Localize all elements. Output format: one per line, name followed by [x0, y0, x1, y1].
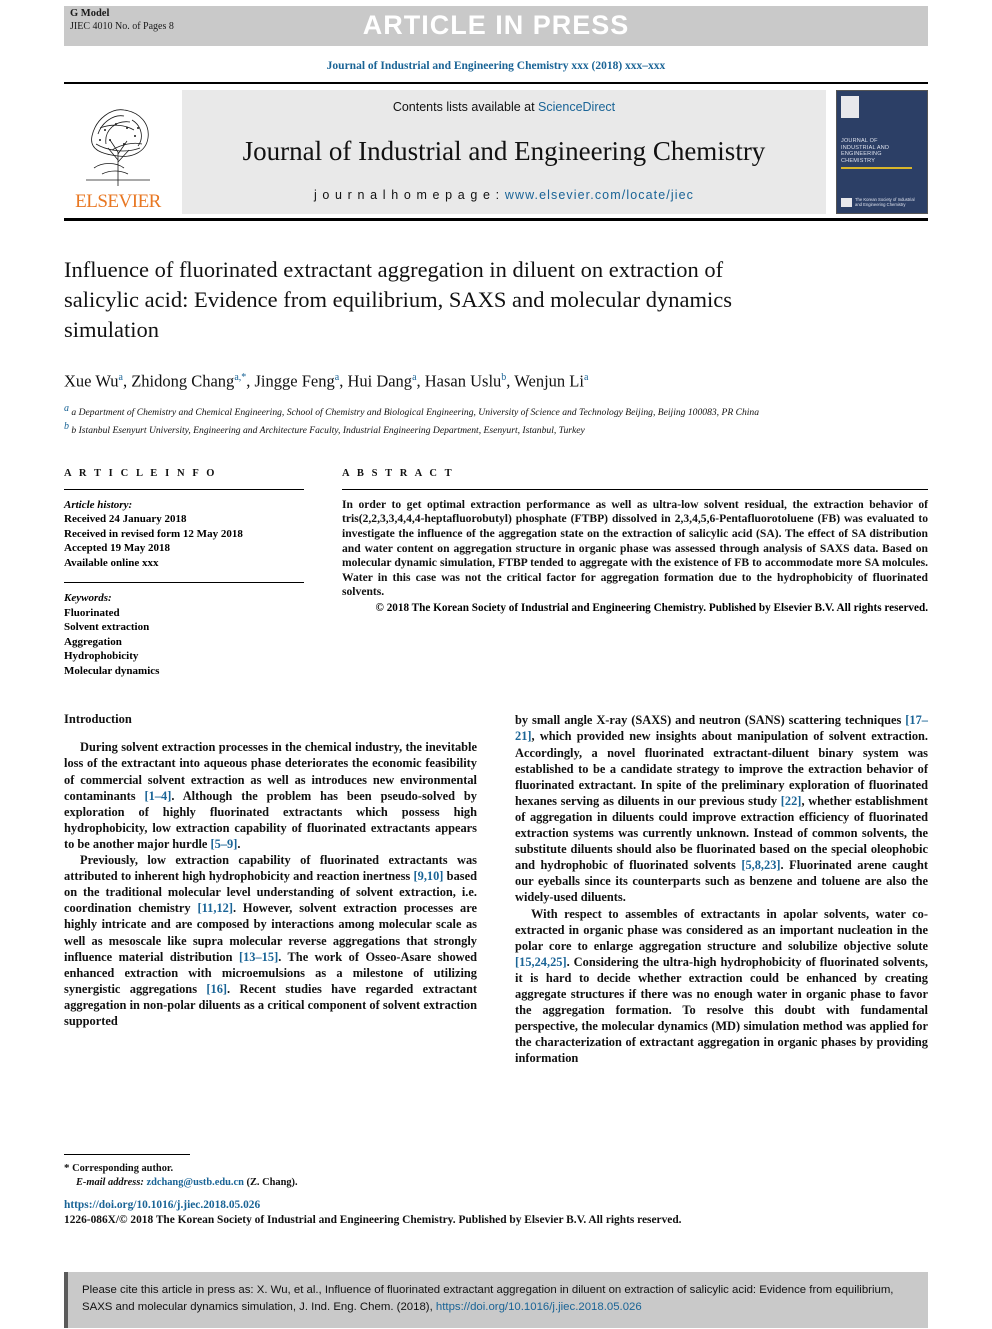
cover-accent-rule — [841, 167, 912, 169]
footnote-rule — [64, 1154, 190, 1155]
cover-emblem — [841, 96, 859, 118]
contents-prefix: Contents lists available at — [392, 100, 539, 114]
body-columns: Introduction During solvent extraction p… — [64, 712, 928, 1066]
keywords-rule — [64, 582, 304, 584]
elsevier-wordmark: ELSEVIER — [75, 191, 161, 212]
contents-available-line: Contents lists available at ScienceDirec… — [393, 100, 615, 114]
corresponding-author-note: * Corresponding author. — [64, 1162, 477, 1176]
g-model-label: G Model — [70, 8, 110, 19]
keyword-item: Solvent extraction — [64, 621, 150, 634]
asterisk-icon: * — [64, 1162, 70, 1174]
sciencedirect-link[interactable]: ScienceDirect — [538, 100, 615, 114]
journal-cover-thumbnail: JOURNAL OF INDUSTRIAL AND ENGINEERING CHEMI… — [836, 90, 928, 214]
section-heading-introduction: Introduction — [64, 712, 132, 727]
affiliation-a-text: a Department of Chemistry and Chemical E… — [71, 406, 760, 418]
abstract-column: A B S T R A C T In order to get optimal … — [342, 468, 928, 679]
history-revised: Received in revised form 12 May 2018 — [64, 527, 243, 540]
issn-copyright-line: 1226-086X/© 2018 The Korean Society of I… — [64, 1214, 682, 1226]
body-column-right: by small angle X-ray (SAXS) and neutron … — [515, 712, 928, 1066]
title-block: Influence of fluorinated extractant aggr… — [64, 255, 928, 438]
journal-masthead: ELSEVIER Contents lists available at Sci… — [64, 82, 928, 221]
homepage-link[interactable]: www.elsevier.com/locate/jiec — [505, 188, 694, 202]
footnote-block: * Corresponding author. E-mail address: … — [64, 1154, 477, 1189]
article-info-rule — [64, 488, 304, 490]
cite-this-article-box: Please cite this article in press as: X.… — [64, 1272, 928, 1328]
cover-society-mark: The Korean Society of Industrial and Engi… — [841, 197, 915, 207]
abstract-text: In order to get optimal extraction perfo… — [342, 497, 928, 599]
corresponding-author-text: Corresponding author. — [72, 1163, 174, 1174]
abstract-copyright: © 2018 The Korean Society of Industrial … — [375, 602, 928, 615]
email-link[interactable]: zdchang@ustb.edu.cn — [146, 1177, 243, 1188]
body-paragraph: During solvent extraction processes in t… — [64, 740, 477, 851]
g-model-pages: JIEC 4010 No. of Pages 8 — [70, 20, 174, 32]
doi-link[interactable]: https://doi.org/10.1016/j.jiec.2018.05.0… — [64, 1198, 944, 1213]
cover-society-badge-icon — [841, 197, 852, 207]
keyword-item: Aggregation — [64, 635, 122, 648]
body-column-left: Introduction During solvent extraction p… — [64, 712, 477, 1066]
page-title: Influence of fluorinated extractant aggr… — [64, 257, 732, 342]
journal-homepage-line: j o u r n a l h o m e p a g e : www.else… — [314, 188, 694, 202]
journal-name: Journal of Industrial and Engineering Ch… — [242, 135, 766, 166]
history-accepted: Accepted 19 May 2018 — [64, 542, 171, 555]
keyword-item: Molecular dynamics — [64, 664, 160, 677]
info-abstract-area: A R T I C L E I N F O Article history: R… — [64, 468, 928, 679]
article-info-column: A R T I C L E I N F O Article history: R… — [64, 468, 304, 679]
cite-text: Please cite this article in press as: X.… — [82, 1282, 914, 1316]
body-paragraph: With respect to assembles of extractants… — [515, 906, 928, 1066]
g-model-block: G Model JIEC 4010 No. of Pages 8 — [70, 8, 174, 33]
running-head: Journal of Industrial and Engineering Ch… — [326, 60, 666, 72]
article-in-press-banner: G Model JIEC 4010 No. of Pages 8 ARTICLE… — [64, 6, 928, 46]
elsevier-logo: ELSEVIER — [64, 90, 172, 214]
body-paragraph: by small angle X-ray (SAXS) and neutron … — [515, 713, 928, 905]
keywords-label: Keywords: — [64, 592, 112, 605]
elsevier-tree-icon — [72, 100, 164, 192]
author-list: Xue Wua, Zhidong Changa,*, Jingge Fenga,… — [64, 371, 589, 391]
abstract-heading: A B S T R A C T — [342, 467, 455, 479]
cover-title-text: JOURNAL OF INDUSTRIAL AND ENGINEERING CHEMI… — [841, 138, 890, 164]
history-available-online: Available online xxx — [64, 556, 159, 569]
banner-title: ARTICLE IN PRESS — [362, 10, 630, 40]
paper-page: G Model JIEC 4010 No. of Pages 8 ARTICLE… — [0, 6, 992, 1329]
article-history-label: Article history: — [64, 498, 133, 511]
keyword-item: Hydrophobicity — [64, 650, 139, 663]
email-suffix: (Z. Chang). — [246, 1176, 298, 1188]
email-note: E-mail address: zdchang@ustb.edu.cn (Z. … — [64, 1176, 477, 1190]
keyword-item: Fluorinated — [64, 606, 120, 619]
contents-panel: Contents lists available at ScienceDirec… — [182, 90, 826, 214]
abstract-rule — [342, 488, 928, 490]
cover-society-text: The Korean Society of Industrial and Engi… — [855, 197, 915, 207]
doi-block: https://doi.org/10.1016/j.jiec.2018.05.0… — [64, 1198, 944, 1228]
homepage-prefix: j o u r n a l h o m e p a g e : — [313, 188, 505, 202]
affiliation-a: a a Department of Chemistry and Chemical… — [64, 402, 760, 418]
body-paragraph: Previously, low extraction capability of… — [64, 853, 477, 1028]
article-info-heading: A R T I C L E I N F O — [64, 467, 218, 479]
affiliation-b: b b Istanbul Esenyurt University, Engine… — [64, 421, 585, 437]
cite-doi-link[interactable]: https://doi.org/10.1016/j.jiec.2018.05.0… — [436, 1301, 642, 1313]
email-label: E-mail address: — [76, 1176, 144, 1188]
history-received: Received 24 January 2018 — [64, 513, 187, 526]
affiliation-b-text: b Istanbul Esenyurt University, Engineer… — [71, 425, 585, 437]
